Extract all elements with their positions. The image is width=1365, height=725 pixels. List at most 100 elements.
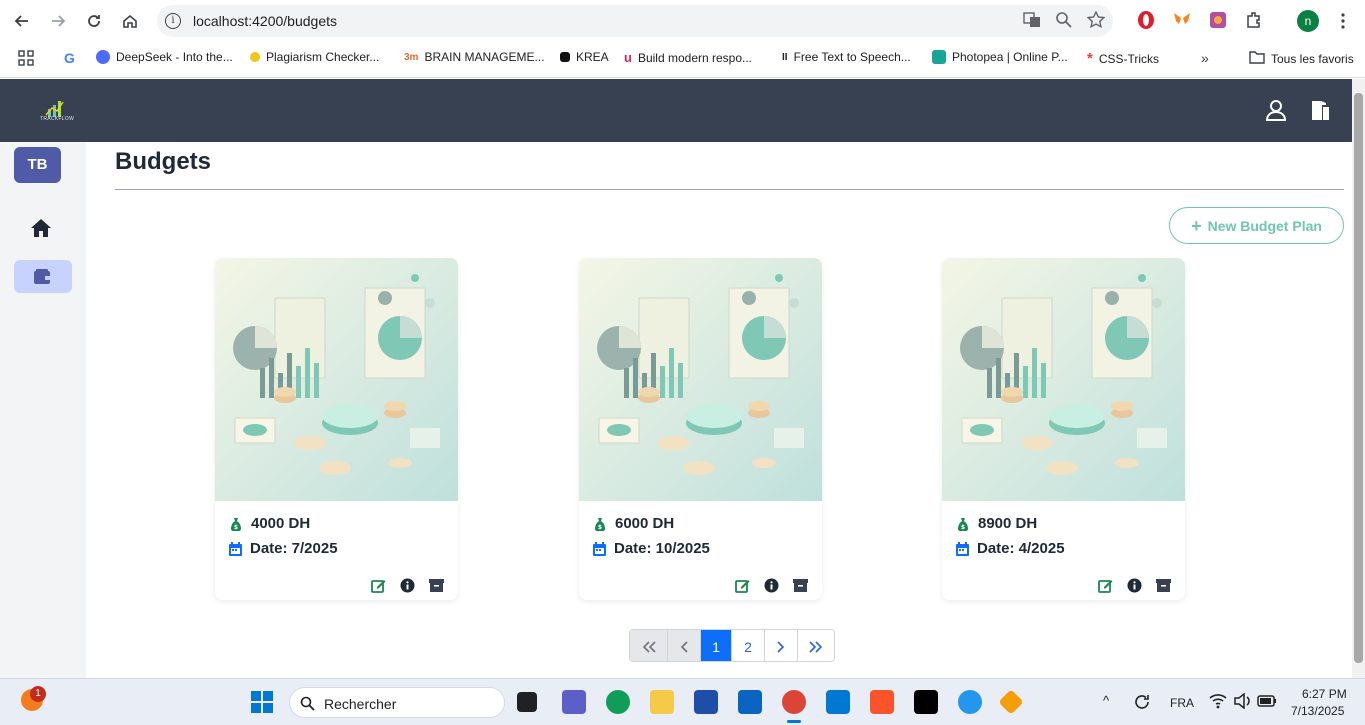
wifi-icon[interactable]: [1209, 693, 1227, 714]
home-icon[interactable]: [118, 9, 142, 33]
bookmark-star-icon[interactable]: [1086, 10, 1106, 33]
pagination: 1 2: [629, 629, 835, 662]
info-icon[interactable]: [764, 578, 779, 593]
forward-icon[interactable]: [46, 9, 70, 33]
bookmark-photopea[interactable]: Photopea | Online P...: [932, 50, 1068, 64]
svg-text:$: $: [598, 524, 602, 531]
budget-card[interactable]: $ 4000 DH Date: 7/2025: [215, 258, 458, 600]
new-budget-plan-button[interactable]: + New Budget Plan: [1169, 207, 1344, 244]
address-bar[interactable]: i localhost:4200/budgets: [157, 5, 1113, 37]
date-row: Date: 10/2025: [593, 540, 710, 557]
budget-illustration: [579, 258, 822, 501]
image-extension-icon[interactable]: [1208, 10, 1228, 30]
main-content: Budgets + New Budget Plan $ 4000 DH Date…: [86, 142, 1352, 678]
vscode-icon[interactable]: [826, 690, 850, 714]
back-icon[interactable]: [10, 9, 34, 33]
archive-icon[interactable]: [1156, 578, 1171, 593]
scrollbar-thumb[interactable]: [1354, 93, 1363, 663]
windows-start-icon[interactable]: [251, 691, 273, 718]
bookmark-brain[interactable]: 3m BRAIN MANAGEME...: [404, 50, 544, 64]
page-2-button[interactable]: 2: [732, 630, 765, 661]
brave-icon[interactable]: [870, 690, 894, 714]
bookmark-tts[interactable]: II Free Text to Speech...: [782, 50, 911, 64]
store-icon[interactable]: [694, 690, 718, 714]
first-page-button[interactable]: [630, 630, 668, 661]
intellij-icon[interactable]: [914, 690, 938, 714]
extensions-icon[interactable]: [1244, 10, 1264, 30]
google-bookmark[interactable]: G: [64, 50, 75, 66]
more-bookmarks-icon[interactable]: »: [1201, 50, 1209, 66]
date-row: Date: 7/2025: [229, 540, 338, 557]
amount-row: $ 8900 DH: [956, 515, 1037, 532]
card-actions: [371, 578, 444, 593]
edge-icon[interactable]: [606, 690, 630, 714]
task-view-icon[interactable]: [517, 692, 537, 712]
bookmark-label: Build modern respo...: [637, 50, 753, 65]
docker-icon[interactable]: [958, 690, 982, 714]
info-icon[interactable]: [1127, 578, 1142, 593]
svg-text:$: $: [234, 524, 238, 531]
card-actions: [735, 578, 808, 593]
budget-card[interactable]: $ 6000 DH Date: 10/2025: [579, 258, 822, 600]
card-actions: [1098, 578, 1171, 593]
profile-avatar[interactable]: n: [1297, 10, 1319, 32]
page-scrollbar[interactable]: [1352, 79, 1365, 678]
budget-card[interactable]: $ 8900 DH Date: 4/2025: [942, 258, 1185, 600]
tray-chevron-icon[interactable]: ^: [1103, 693, 1109, 708]
taskbar-search[interactable]: Rechercher: [289, 687, 505, 718]
page-1-button[interactable]: 1: [701, 630, 732, 661]
translate-icon[interactable]: [1023, 11, 1041, 33]
archive-icon[interactable]: [429, 578, 444, 593]
url-text[interactable]: localhost:4200/budgets: [193, 13, 337, 29]
clock-time[interactable]: 6:27 PM: [1302, 687, 1347, 701]
bookmark-css-tricks[interactable]: * CSS-Tricks: [1087, 50, 1159, 67]
clock-date[interactable]: 7/13/2025: [1291, 704, 1344, 718]
file-explorer-icon[interactable]: [650, 690, 674, 714]
user-profile-icon[interactable]: [1265, 99, 1287, 121]
info-icon[interactable]: [400, 578, 415, 593]
bookmark-deepseek[interactable]: DeepSeek - Into the...: [96, 50, 233, 64]
site-info-icon[interactable]: i: [165, 13, 181, 29]
bookmark-plagiarism[interactable]: Plagiarism Checker...: [250, 50, 379, 64]
trackflow-logo[interactable]: TRACKFLOW: [38, 99, 74, 125]
zoom-icon[interactable]: [1055, 11, 1073, 33]
sidebar-item-budgets[interactable]: [14, 260, 72, 293]
git-app-icon[interactable]: [998, 689, 1024, 715]
reload-icon[interactable]: [82, 9, 106, 33]
apps-grid-icon[interactable]: [18, 50, 34, 66]
volume-icon[interactable]: [1234, 692, 1252, 714]
plagiarism-icon: [250, 52, 260, 62]
chrome-icon[interactable]: [782, 690, 806, 714]
brain-icon: 3m: [404, 51, 419, 63]
battery-icon[interactable]: [1257, 694, 1277, 713]
edit-icon[interactable]: [735, 578, 750, 593]
budget-date: Date: 7/2025: [250, 540, 338, 557]
bookmark-krea[interactable]: KREA: [560, 50, 609, 64]
prev-page-button[interactable]: [668, 630, 701, 661]
all-bookmarks[interactable]: Tous les favoris: [1249, 50, 1354, 67]
user-badge[interactable]: TB: [14, 147, 61, 183]
build-icon: u: [624, 50, 632, 65]
budget-date: Date: 4/2025: [977, 540, 1065, 557]
menu-dots-icon[interactable]: [1331, 9, 1355, 33]
budget-amount: 6000 DH: [615, 515, 675, 532]
edit-icon[interactable]: [371, 578, 386, 593]
metamask-extension-icon[interactable]: [1172, 10, 1192, 30]
next-page-button[interactable]: [765, 630, 798, 661]
language-indicator[interactable]: FRA: [1170, 696, 1194, 710]
calendar-icon: [229, 541, 242, 556]
opera-extension-icon[interactable]: [1136, 10, 1156, 30]
last-page-button[interactable]: [798, 630, 834, 661]
all-bookmarks-label: Tous les favoris: [1271, 51, 1354, 66]
bookmark-build[interactable]: u Build modern respo...: [624, 50, 752, 65]
plus-icon: +: [1191, 215, 1202, 236]
search-placeholder: Rechercher: [324, 696, 397, 712]
home-icon[interactable]: [30, 218, 52, 240]
outlook-icon[interactable]: [738, 690, 762, 714]
logout-door-icon[interactable]: [1309, 99, 1331, 121]
teams-icon[interactable]: [562, 690, 586, 714]
bookmark-label: KREA: [576, 50, 609, 64]
edit-icon[interactable]: [1098, 578, 1113, 593]
sync-icon[interactable]: [1132, 692, 1152, 717]
archive-icon[interactable]: [793, 578, 808, 593]
